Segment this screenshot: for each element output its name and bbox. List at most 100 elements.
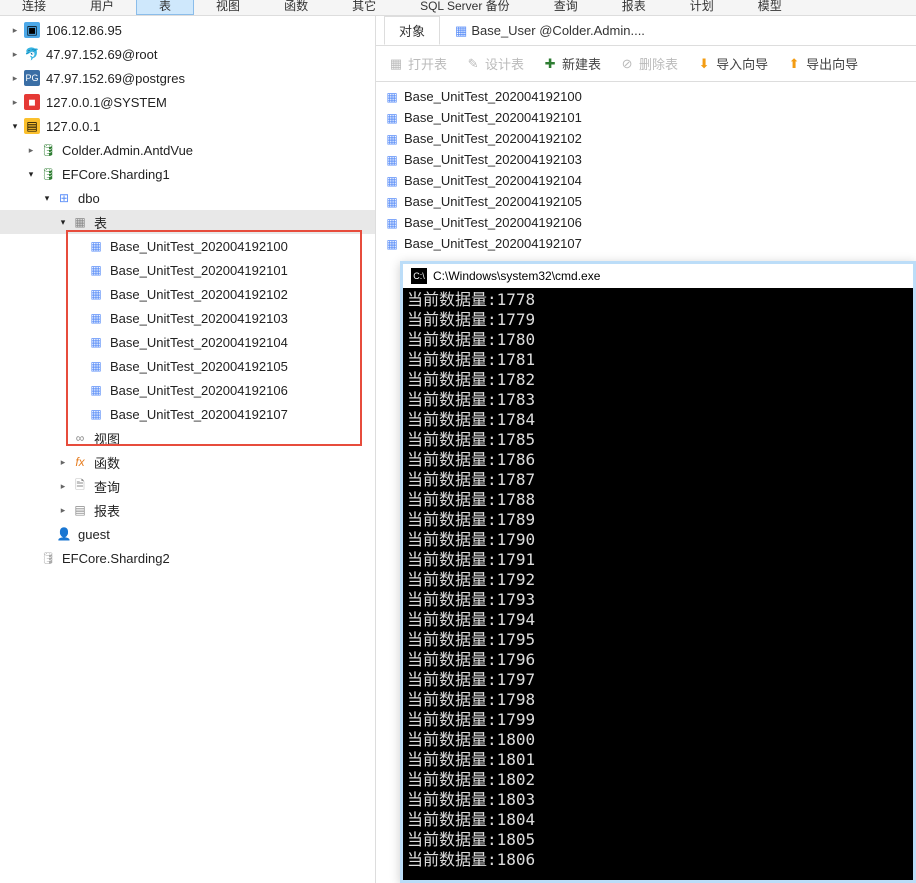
delete-table-button[interactable]: ⊘ 删除表 (615, 52, 682, 75)
tree-node[interactable]: ▦Base_UnitTest_202004192101 (0, 258, 375, 282)
console-window[interactable]: C:\ C:\Windows\system32\cmd.exe 当前数据量:17… (400, 261, 916, 883)
export-label: 导出向导 (806, 54, 858, 73)
user-icon: 👤 (56, 526, 72, 542)
console-line: 当前数据量:1797 (407, 670, 909, 690)
tree-node[interactable]: ▤报表 (0, 498, 375, 522)
table-row[interactable]: ▦Base_UnitTest_202004192107 (384, 233, 908, 254)
views-icon: ∞ (72, 430, 88, 446)
plus-icon: ✚ (542, 56, 558, 72)
table-icon: ▦ (384, 215, 400, 231)
tree-node[interactable]: 👤 guest (0, 522, 375, 546)
table-row[interactable]: ▦Base_UnitTest_202004192101 (384, 107, 908, 128)
tree-node[interactable]: 🛢EFCore.Sharding2 (0, 546, 375, 570)
expander-icon[interactable] (24, 167, 38, 181)
table-icon: ▦ (455, 23, 467, 38)
console-line: 当前数据量:1786 (407, 450, 909, 470)
db-green-icon: 🛢 (40, 142, 56, 158)
tree-node-label: 报表 (94, 501, 120, 520)
menu-item[interactable]: 视图 (194, 0, 262, 15)
menu-item[interactable]: 用户 (68, 0, 136, 15)
menu-item[interactable]: SQL Server 备份 (398, 0, 532, 15)
menu-item[interactable]: 查询 (532, 0, 600, 15)
console-line: 当前数据量:1779 (407, 310, 909, 330)
expander-icon (72, 311, 86, 325)
console-line: 当前数据量:1792 (407, 570, 909, 590)
schema-icon: ⊞ (56, 190, 72, 206)
tree-node[interactable]: ▦表 (0, 210, 375, 234)
expander-icon (56, 479, 70, 493)
table-row[interactable]: ▦Base_UnitTest_202004192103 (384, 149, 908, 170)
db-green-icon: 🛢 (40, 166, 56, 182)
tree-node-label: 函数 (94, 453, 120, 472)
tree-node-label: 查询 (94, 477, 120, 496)
table-row[interactable]: ▦Base_UnitTest_202004192100 (384, 86, 908, 107)
tree-node-label: 47.97.152.69@root (46, 47, 158, 62)
console-line: 当前数据量:1790 (407, 530, 909, 550)
table-name: Base_UnitTest_202004192106 (404, 215, 582, 230)
expander-icon (56, 431, 70, 445)
tree-node[interactable]: ▤127.0.0.1 (0, 114, 375, 138)
tab[interactable]: ▦Base_User @Colder.Admin.... (440, 18, 660, 44)
design-table-icon: ✎ (465, 56, 481, 72)
table-row[interactable]: ▦Base_UnitTest_202004192105 (384, 191, 908, 212)
tree-node[interactable]: 🛢EFCore.Sharding1 (0, 162, 375, 186)
menu-item[interactable]: 连接 (0, 0, 68, 15)
new-table-button[interactable]: ✚ 新建表 (538, 52, 605, 75)
tree-node[interactable]: ▣106.12.86.95 (0, 18, 375, 42)
console-line: 当前数据量:1787 (407, 470, 909, 490)
tree-node[interactable]: 🐬47.97.152.69@root (0, 42, 375, 66)
console-line: 当前数据量:1795 (407, 630, 909, 650)
tree-node[interactable]: ▦Base_UnitTest_202004192104 (0, 330, 375, 354)
table-row[interactable]: ▦Base_UnitTest_202004192102 (384, 128, 908, 149)
table-list[interactable]: ▦Base_UnitTest_202004192100▦Base_UnitTes… (376, 82, 916, 258)
tree-node[interactable]: ▦Base_UnitTest_202004192103 (0, 306, 375, 330)
console-line: 当前数据量:1784 (407, 410, 909, 430)
design-table-button[interactable]: ✎ 设计表 (461, 52, 528, 75)
menu-item[interactable]: 表 (136, 0, 194, 15)
expander-icon (8, 71, 22, 85)
tree-node[interactable]: 🛢 Colder.Admin.AntdVue (0, 138, 375, 162)
console-line: 当前数据量:1804 (407, 810, 909, 830)
tree-node[interactable]: ▦Base_UnitTest_202004192107 (0, 402, 375, 426)
design-table-label: 设计表 (485, 54, 524, 73)
console-line: 当前数据量:1803 (407, 790, 909, 810)
menu-item[interactable]: 报表 (600, 0, 668, 15)
menu-item[interactable]: 模型 (736, 0, 804, 15)
table-row[interactable]: ▦ Base_UnitTest_202004192106 (384, 212, 908, 233)
export-icon: ⬆ (786, 56, 802, 72)
tree-node[interactable]: ◼127.0.0.1@SYSTEM (0, 90, 375, 114)
open-table-button[interactable]: ▦ 打开表 (384, 52, 451, 75)
postgres-icon: PG (24, 70, 40, 86)
tree-node[interactable]: ∞视图 (0, 426, 375, 450)
expander-icon (72, 359, 86, 373)
menu-item[interactable]: 计划 (668, 0, 736, 15)
tree-node-label: Base_UnitTest_202004192102 (110, 287, 288, 302)
tree-node[interactable]: ⊞dbo (0, 186, 375, 210)
tree-node[interactable]: ▦Base_UnitTest_202004192102 (0, 282, 375, 306)
tree-node[interactable]: PG47.97.152.69@postgres (0, 66, 375, 90)
tab[interactable]: 对象 (384, 16, 440, 45)
open-table-icon: ▦ (388, 56, 404, 72)
console-titlebar[interactable]: C:\ C:\Windows\system32\cmd.exe (403, 264, 913, 288)
menu-item[interactable]: 函数 (262, 0, 330, 15)
menu-item[interactable]: 其它 (330, 0, 398, 15)
tree-node[interactable]: ▦Base_UnitTest_202004192105 (0, 354, 375, 378)
table-row[interactable]: ▦Base_UnitTest_202004192104 (384, 170, 908, 191)
tree-node[interactable]: fx函数 (0, 450, 375, 474)
tree-node-label: guest (78, 527, 110, 542)
tree-panel[interactable]: ▣106.12.86.95🐬47.97.152.69@rootPG47.97.1… (0, 16, 376, 883)
tree-node-label: Colder.Admin.AntdVue (62, 143, 193, 158)
expander-icon[interactable] (40, 191, 54, 205)
delete-icon: ⊘ (619, 56, 635, 72)
export-wizard-button[interactable]: ⬆ 导出向导 (782, 52, 862, 75)
tree-node-label: Base_UnitTest_202004192105 (110, 359, 288, 374)
expander-icon (24, 143, 38, 157)
tree-node[interactable]: 🗎查询 (0, 474, 375, 498)
import-wizard-button[interactable]: ⬇ 导入向导 (692, 52, 772, 75)
tree-node[interactable]: ▦Base_UnitTest_202004192100 (0, 234, 375, 258)
expander-icon[interactable] (56, 215, 70, 229)
table-icon: ▦ (384, 152, 400, 168)
expander-icon[interactable] (8, 119, 22, 133)
cmd-icon: C:\ (411, 268, 427, 284)
tree-node[interactable]: ▦Base_UnitTest_202004192106 (0, 378, 375, 402)
